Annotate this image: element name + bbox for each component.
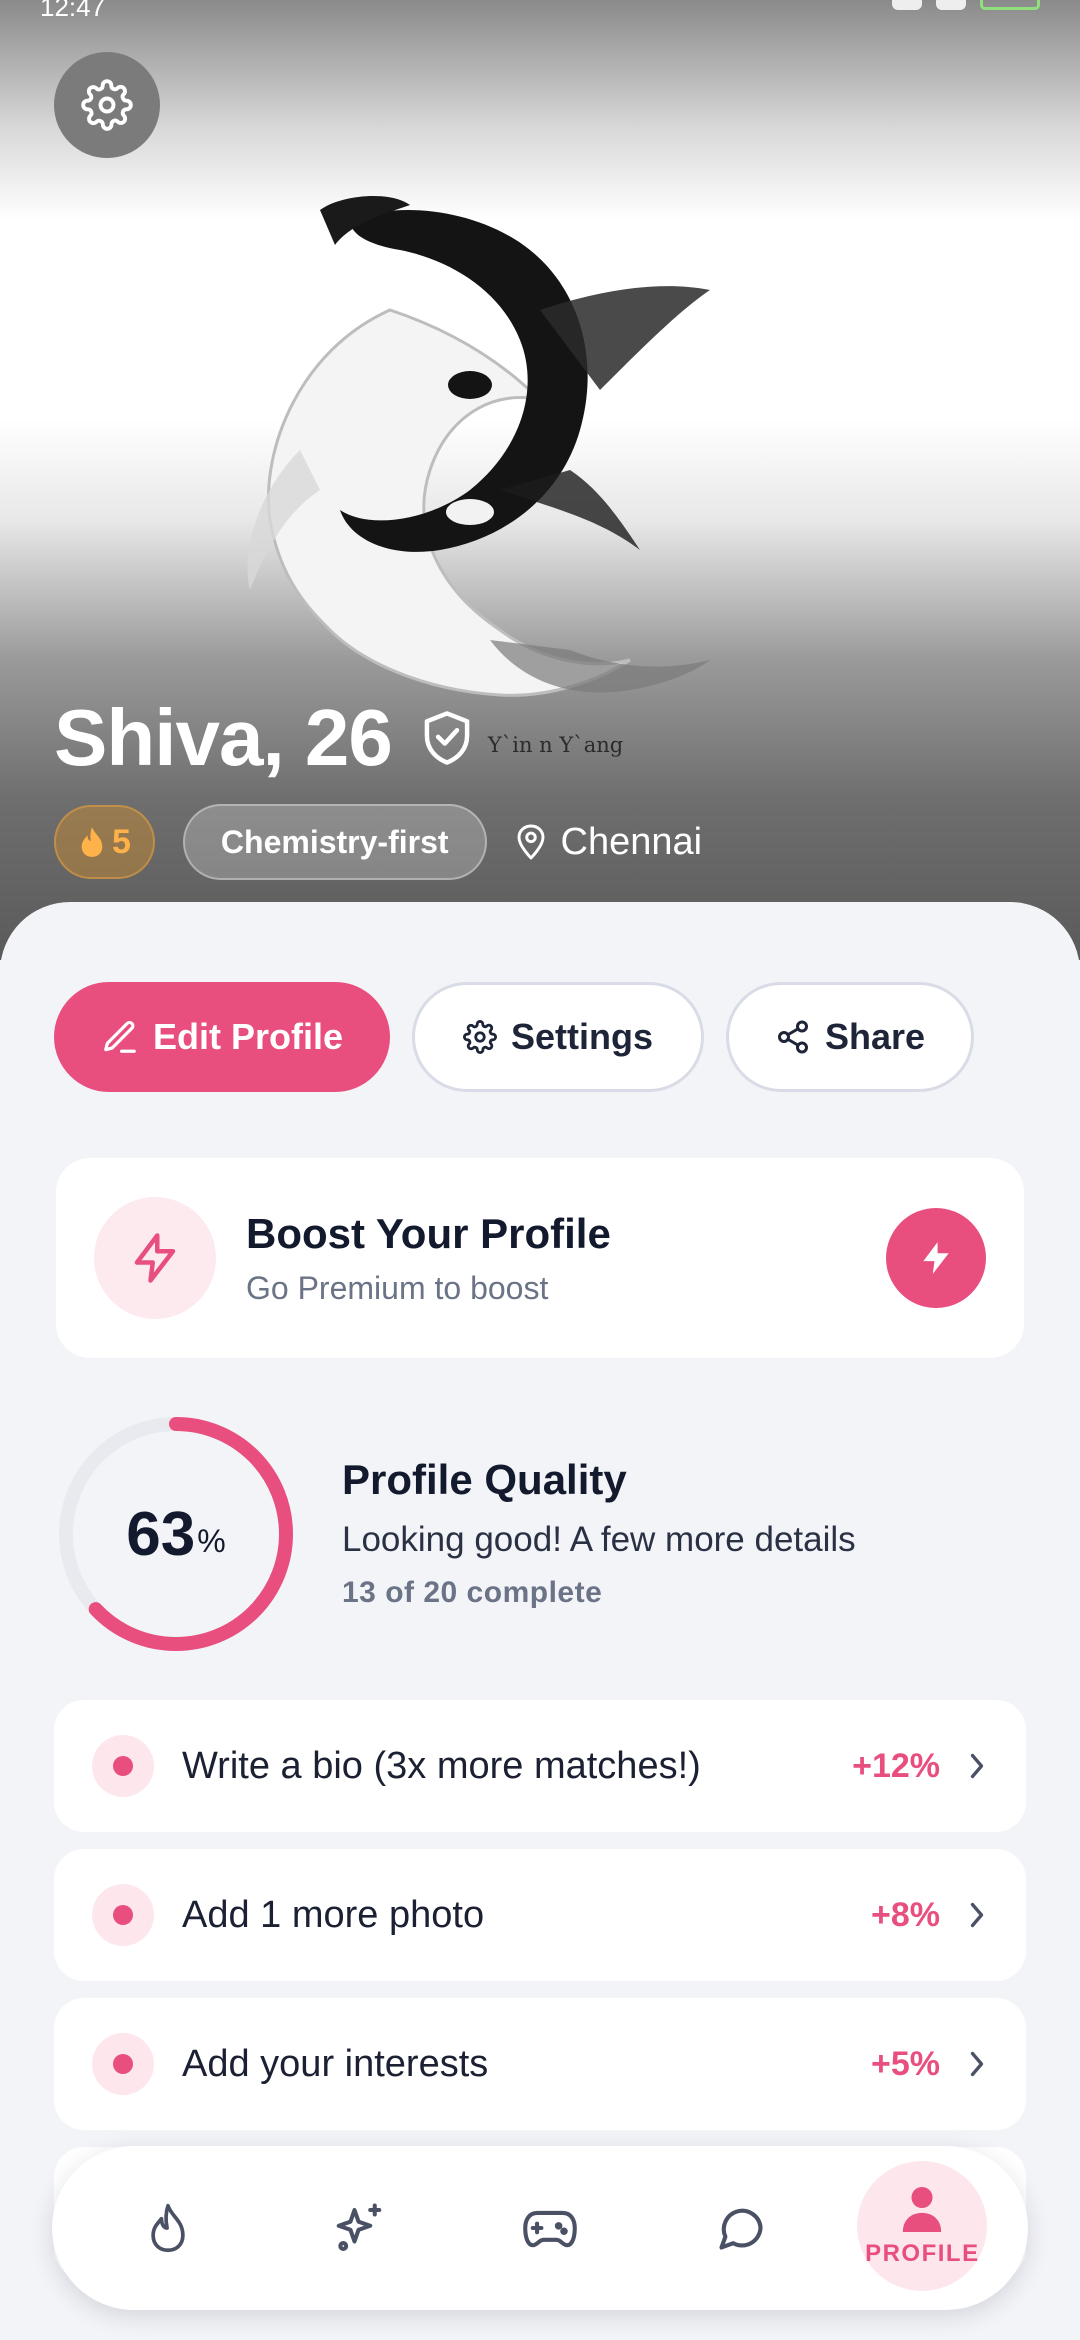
streak-badge: 5 xyxy=(54,805,155,879)
quality-percent-sign: % xyxy=(197,1522,226,1559)
profile-icon xyxy=(903,2186,942,2232)
edit-profile-button[interactable]: Edit Profile xyxy=(54,982,390,1092)
task-gain: +12% xyxy=(852,1746,940,1785)
status-icons xyxy=(892,0,1040,10)
status-bar: 12:47 xyxy=(0,0,1080,20)
settings-gear-button[interactable] xyxy=(54,52,160,158)
task-gain: +8% xyxy=(871,1895,940,1934)
profile-sheet: Edit Profile Settings Share Boost Your P… xyxy=(0,902,1080,2340)
nav-chat[interactable] xyxy=(666,2153,816,2303)
share-icon xyxy=(777,1020,808,1054)
chevron-right-icon xyxy=(970,1902,984,1928)
share-button[interactable]: Share xyxy=(726,982,974,1092)
profile-name: Shiva, 26 xyxy=(54,693,393,782)
chat-icon xyxy=(719,2208,763,2250)
task-label: Add 1 more photo xyxy=(182,1893,485,1936)
task-bullet xyxy=(92,1735,154,1797)
boost-card[interactable]: Boost Your Profile Go Premium to boost xyxy=(56,1158,1024,1358)
flame-icon xyxy=(150,2203,185,2253)
nav-games[interactable] xyxy=(475,2153,625,2303)
pencil-icon xyxy=(104,1021,136,1053)
task-item[interactable]: Add your interests +5% xyxy=(54,1998,1026,2130)
vibe-tag-label: Chemistry-first xyxy=(220,823,449,860)
signal-icon xyxy=(936,0,966,10)
nav-sparkles[interactable] xyxy=(284,2153,434,2303)
location-text: Chennai xyxy=(560,820,703,863)
yin-yang-koi-image xyxy=(247,195,710,697)
streak-count: 5 xyxy=(112,822,131,861)
settings-button[interactable]: Settings xyxy=(412,982,704,1092)
profile-tags-row: 5 Chemistry-first Chennai xyxy=(54,804,702,880)
location-pin-icon xyxy=(517,824,544,860)
location-label: Chennai xyxy=(515,820,703,864)
photo-caption: Y`in n Y`ang xyxy=(487,733,624,757)
settings-label: Settings xyxy=(510,1016,653,1057)
task-gain: +5% xyxy=(871,2044,940,2083)
profile-photo xyxy=(240,190,840,720)
quality-subtitle: Looking good! A few more details xyxy=(342,1520,856,1559)
task-bullet xyxy=(92,2033,154,2095)
nav-profile-label: PROFILE xyxy=(865,2240,980,2267)
lightning-icon xyxy=(923,1242,949,1274)
quality-progress-text: 13 of 20 complete xyxy=(342,1576,603,1609)
chevron-right-icon xyxy=(970,2051,984,2077)
gamepad-icon xyxy=(523,2210,577,2248)
sparkles-icon xyxy=(336,2203,382,2251)
quality-percent: 63 % xyxy=(54,1412,298,1656)
task-label: Add your interests xyxy=(182,2042,489,2085)
shield-check-icon xyxy=(424,711,470,765)
boost-button[interactable] xyxy=(886,1208,986,1308)
task-item[interactable]: Add 1 more photo +8% xyxy=(54,1849,1026,1981)
status-time: 12:47 xyxy=(40,0,106,22)
share-label: Share xyxy=(824,1016,926,1057)
task-label: Write a bio (3x more matches!) xyxy=(182,1744,701,1787)
boost-title: Boost Your Profile xyxy=(246,1209,611,1257)
task-item[interactable]: Write a bio (3x more matches!) +12% xyxy=(54,1700,1026,1832)
gear-icon xyxy=(81,79,133,131)
vibe-tag-chip: Chemistry-first xyxy=(182,804,487,880)
profile-hero: 12:47 Shiva, 26 Y`in n Y`ang 5 Chemistry… xyxy=(0,0,1080,960)
quality-title: Profile Quality xyxy=(342,1456,627,1503)
task-bullet xyxy=(92,1884,154,1946)
profile-name-row: Shiva, 26 Y`in n Y`ang xyxy=(54,692,623,784)
battery-icon xyxy=(980,0,1040,10)
chevron-right-icon xyxy=(970,1753,984,1779)
lightning-icon xyxy=(134,1233,176,1283)
quality-text: Profile Quality Looking good! A few more… xyxy=(342,1456,856,1610)
nav-profile[interactable]: PROFILE xyxy=(857,2161,988,2291)
bottom-nav: PROFILE xyxy=(52,2146,1028,2310)
boost-text: Boost Your Profile Go Premium to boost xyxy=(246,1210,886,1307)
gear-icon xyxy=(463,1020,497,1054)
boost-icon-badge xyxy=(94,1197,216,1319)
flame-icon xyxy=(81,827,103,857)
boost-subtitle: Go Premium to boost xyxy=(246,1269,549,1306)
nav-discover[interactable] xyxy=(93,2153,243,2303)
quality-percent-value: 63 xyxy=(126,1499,196,1569)
edit-profile-label: Edit Profile xyxy=(152,1016,344,1057)
profile-quality: 63 % Profile Quality Looking good! A few… xyxy=(54,1412,1024,1662)
profile-actions: Edit Profile Settings Share xyxy=(54,982,974,1092)
notification-icon xyxy=(892,0,922,10)
verified-badge: Y`in n Y`ang xyxy=(420,709,623,767)
